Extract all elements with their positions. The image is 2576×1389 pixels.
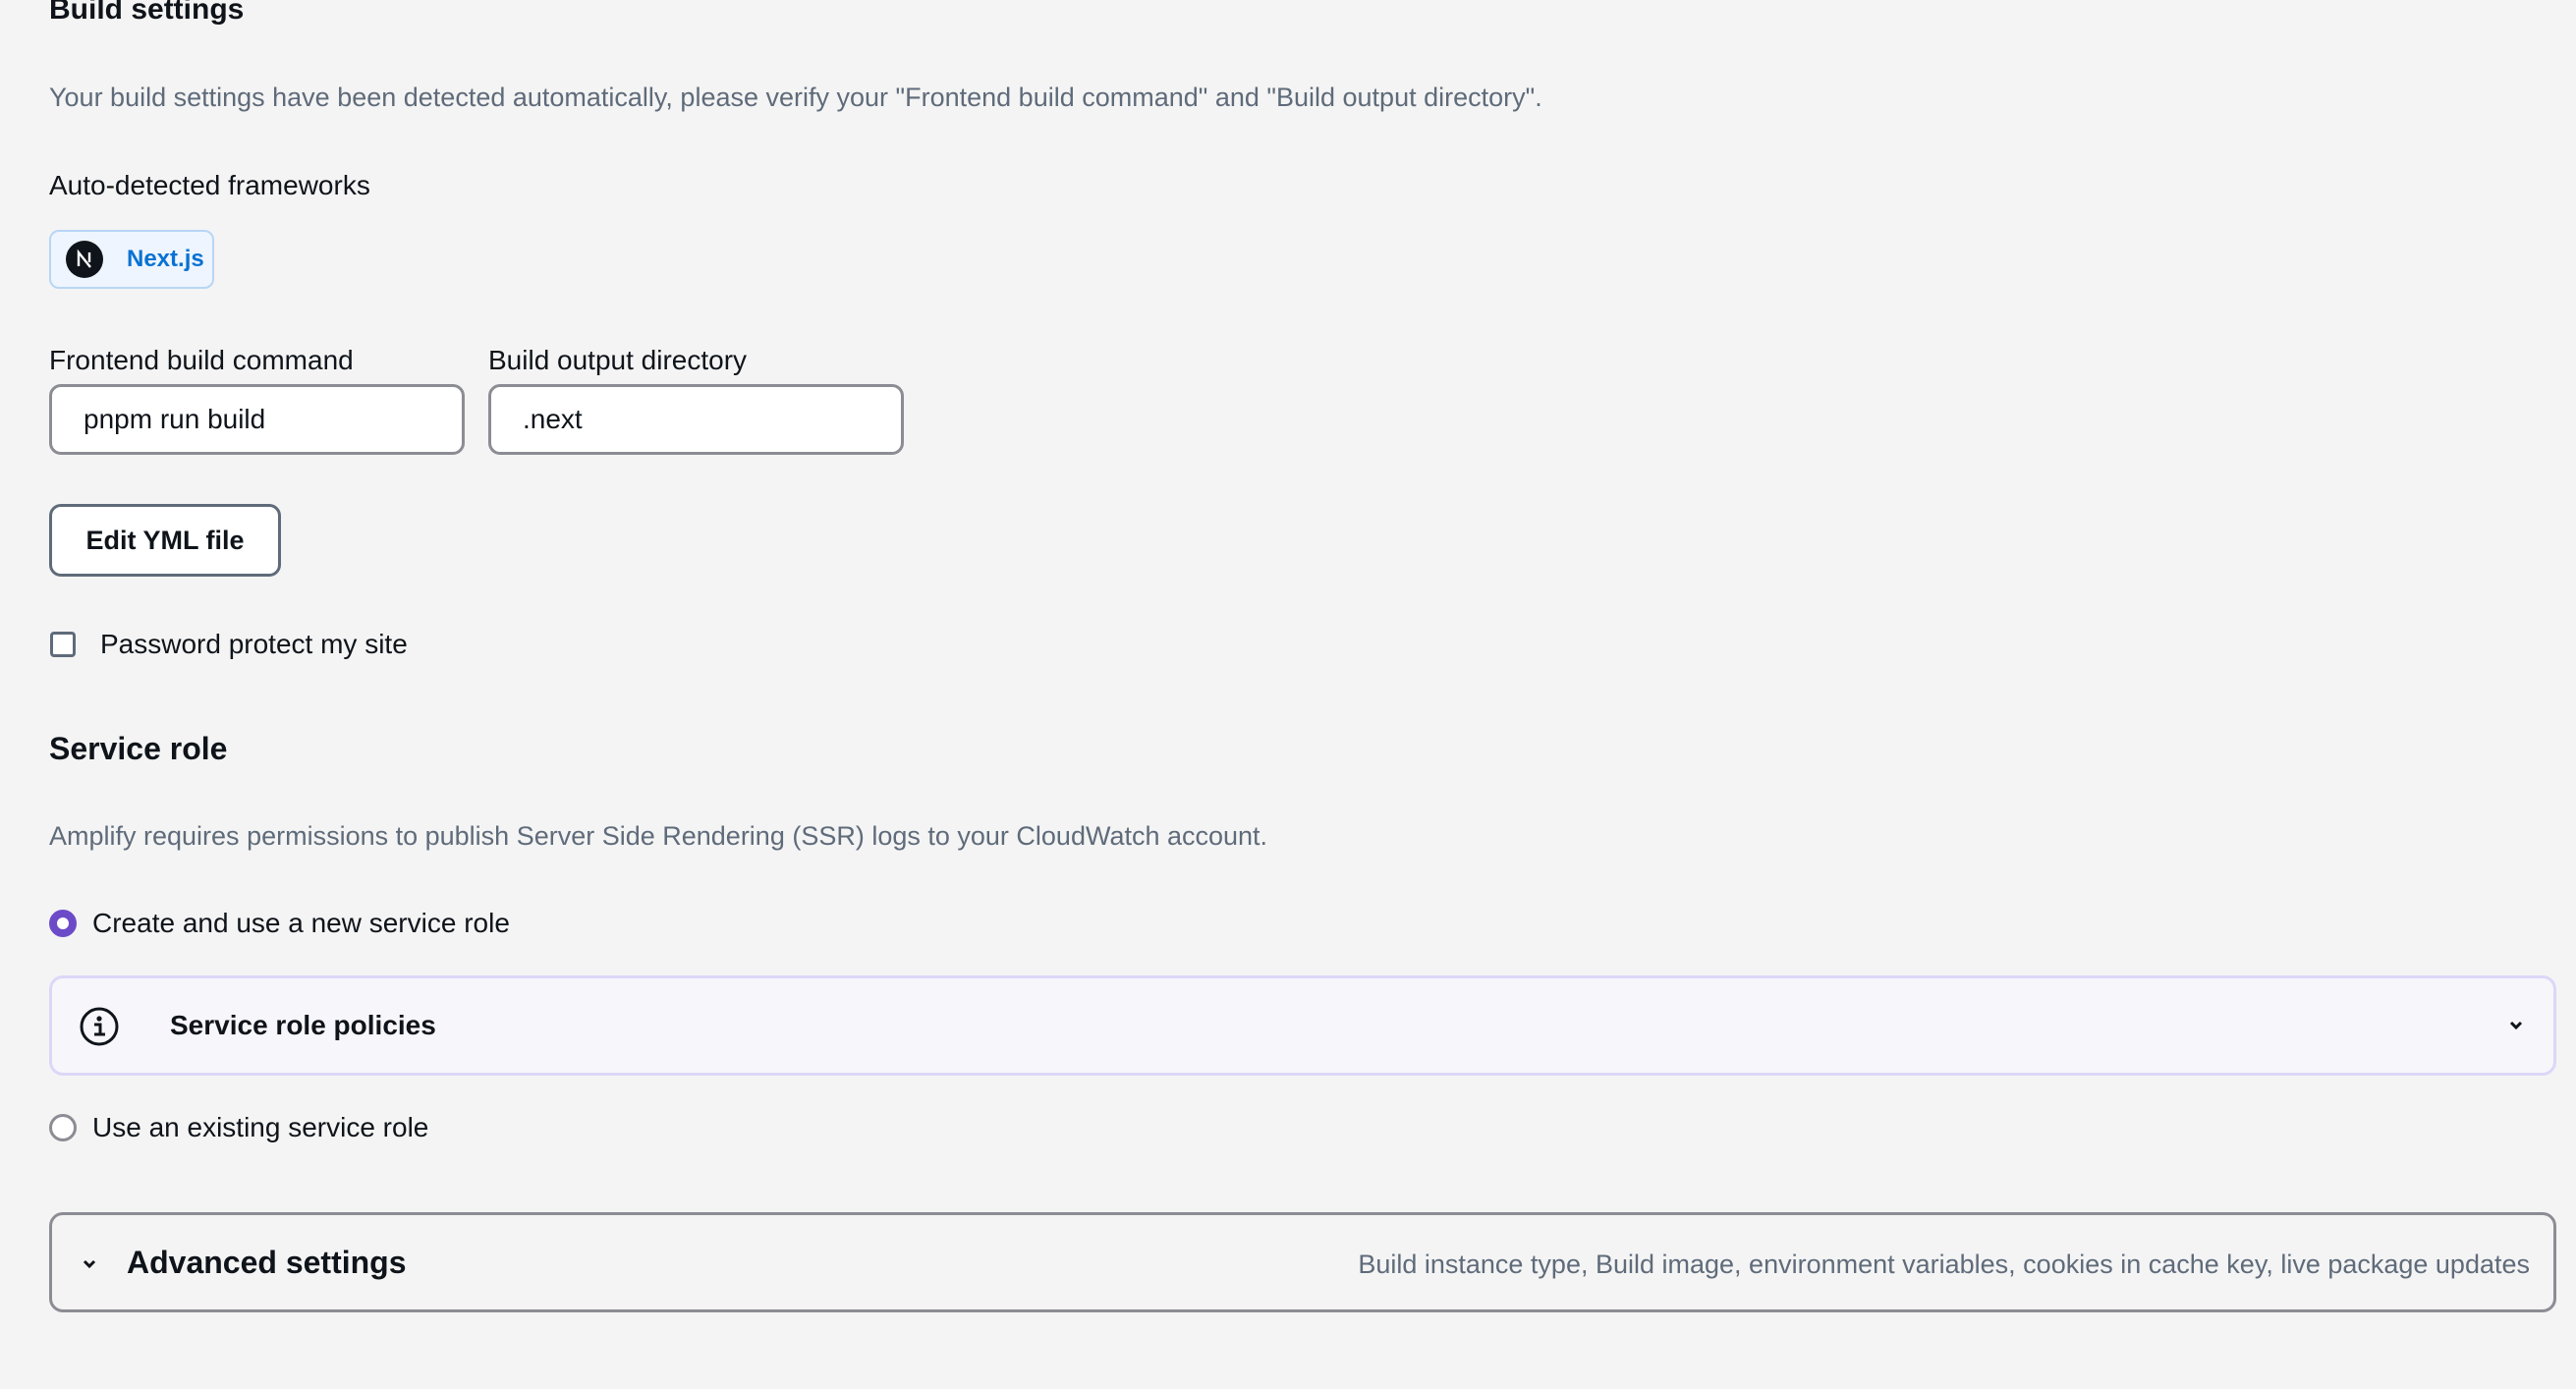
radio-use-existing-role[interactable]	[49, 1114, 77, 1141]
framework-chip-nextjs: Next.js	[49, 230, 214, 289]
service-role-heading: Service role	[49, 731, 228, 766]
chevron-down-icon[interactable]	[80, 1254, 99, 1279]
frontend-build-command-input[interactable]	[49, 384, 465, 455]
service-role-policies-panel[interactable]: Service role policies	[49, 975, 2556, 1076]
auto-detected-frameworks-label: Auto-detected frameworks	[49, 170, 370, 200]
radio-use-existing-role-label[interactable]: Use an existing service role	[92, 1110, 428, 1145]
nextjs-logo-icon	[66, 241, 103, 278]
advanced-settings-title: Advanced settings	[127, 1245, 407, 1280]
build-settings-description: Your build settings have been detected a…	[49, 83, 1542, 112]
advanced-settings-panel[interactable]: Advanced settings Build instance type, B…	[49, 1212, 2556, 1312]
radio-create-new-role-label[interactable]: Create and use a new service role	[92, 906, 510, 941]
service-role-policies-title: Service role policies	[170, 1010, 436, 1040]
build-settings-heading: Build settings	[49, 0, 245, 26]
radio-create-new-role[interactable]	[49, 910, 77, 937]
edit-yml-file-button[interactable]: Edit YML file	[49, 504, 281, 577]
framework-name: Next.js	[127, 246, 204, 272]
advanced-settings-summary: Build instance type, Build image, enviro…	[1358, 1250, 2530, 1279]
service-role-description: Amplify requires permissions to publish …	[49, 821, 1268, 851]
build-output-directory-input[interactable]	[488, 384, 904, 455]
password-protect-label[interactable]: Password protect my site	[100, 627, 408, 662]
build-output-directory-label: Build output directory	[488, 345, 748, 375]
frontend-build-command-label: Frontend build command	[49, 345, 354, 375]
chevron-down-icon[interactable]	[2506, 1016, 2526, 1040]
password-protect-checkbox[interactable]	[50, 632, 76, 657]
info-icon	[79, 1006, 120, 1052]
